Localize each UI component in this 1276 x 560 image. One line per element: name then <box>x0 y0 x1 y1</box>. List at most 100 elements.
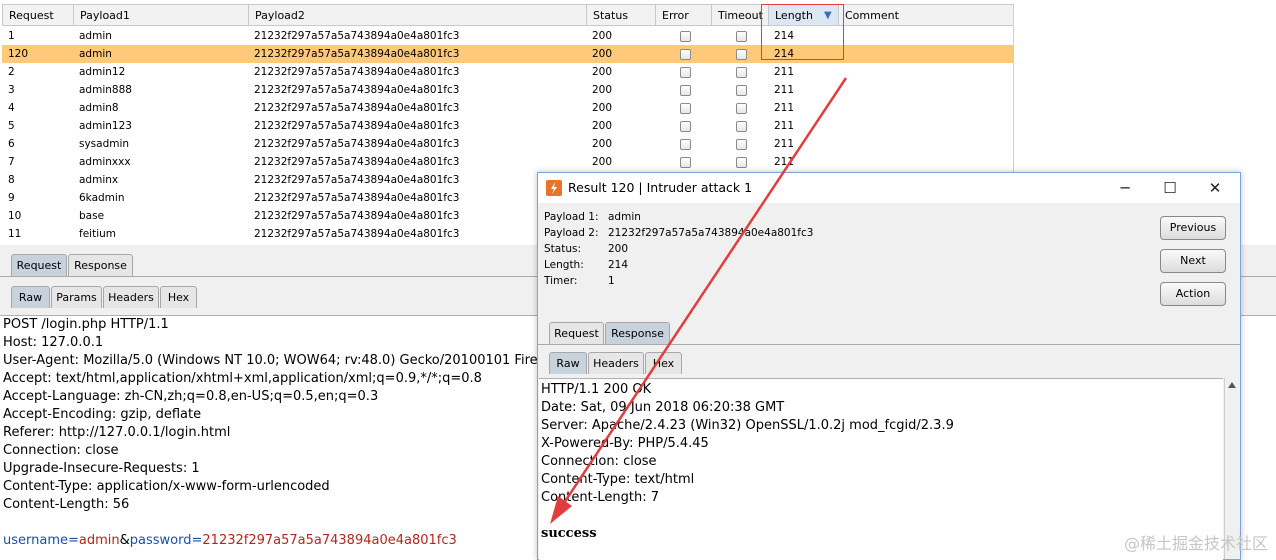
info-value: admin <box>608 211 641 223</box>
error-checkbox <box>680 121 691 132</box>
request-line: Upgrade-Insecure-Requests: 1 <box>3 461 200 476</box>
window-title: Result 120 | Intruder attack 1 <box>568 180 753 195</box>
info-label: Payload 2: <box>544 227 599 239</box>
table-row[interactable]: 3 admin888 21232f297a57a5a743894a0e4a801fc… <box>2 81 1014 99</box>
subtab-raw[interactable]: Raw <box>11 286 50 308</box>
cell-request: 9 <box>8 192 15 204</box>
cell-payload1: adminx <box>79 174 119 186</box>
table-row[interactable]: 120 admin 21232f297a57a5a743894a0e4a801fc3… <box>2 45 1014 63</box>
response-line: Date: Sat, 09 Jun 2018 06:20:38 GMT <box>541 400 785 415</box>
cell-request: 3 <box>8 84 15 96</box>
param-value-username: admin <box>78 533 120 548</box>
param-value-password: 21232f297a57a5a743894a0e4a801fc3 <box>202 533 457 548</box>
cell-request: 4 <box>8 102 15 114</box>
result-window: Result 120 | Intruder attack 1 ─ ☐ ✕ Pay… <box>537 172 1241 560</box>
cell-status: 200 <box>592 48 613 60</box>
scroll-up-icon[interactable] <box>1228 382 1236 388</box>
param-name-username: username <box>3 533 68 548</box>
subtab-params[interactable]: Params <box>51 286 102 308</box>
close-button[interactable]: ✕ <box>1192 173 1238 203</box>
timeout-checkbox <box>736 31 747 42</box>
tab-divider <box>538 344 1240 345</box>
table-row[interactable]: 2 admin12 21232f297a57a5a743894a0e4a801fc3… <box>2 63 1014 81</box>
cell-status: 200 <box>592 30 613 42</box>
request-line: Referer: http://127.0.0.1/login.html <box>3 425 231 440</box>
tab-request[interactable]: Request <box>549 322 604 344</box>
cell-length: 211 <box>774 156 795 168</box>
col-header-error[interactable]: Error <box>656 4 712 26</box>
cell-payload2: 21232f297a57a5a743894a0e4a801fc3 <box>254 228 460 240</box>
error-checkbox <box>680 67 691 78</box>
table-row[interactable]: 1 admin 21232f297a57a5a743894a0e4a801fc3 20… <box>2 27 1014 45</box>
request-line: Accept: text/html,application/xhtml+xml,… <box>3 371 482 386</box>
cell-payload2: 21232f297a57a5a743894a0e4a801fc3 <box>254 138 460 150</box>
subtab-raw[interactable]: Raw <box>549 352 587 374</box>
cell-payload1: admin <box>79 48 112 60</box>
maximize-button[interactable]: ☐ <box>1147 173 1193 203</box>
response-line: Content-Type: text/html <box>541 472 695 487</box>
table-row[interactable]: 5 admin123 21232f297a57a5a743894a0e4a801fc… <box>2 117 1014 135</box>
col-header-payload2[interactable]: Payload2 <box>249 4 587 26</box>
subtab-headers[interactable]: Headers <box>103 286 159 308</box>
cell-request: 6 <box>8 138 15 150</box>
tab-request[interactable]: Request <box>11 254 67 276</box>
cell-request: 8 <box>8 174 15 186</box>
cell-length: 211 <box>774 84 795 96</box>
info-value: 21232f297a57a5a743894a0e4a801fc3 <box>608 227 814 239</box>
cell-request: 5 <box>8 120 15 132</box>
cell-payload2: 21232f297a57a5a743894a0e4a801fc3 <box>254 156 460 168</box>
info-label: Status: <box>544 243 581 255</box>
response-line: Content-Length: 7 <box>541 490 660 505</box>
info-value: 214 <box>608 259 629 271</box>
col-header-request[interactable]: Request <box>2 4 74 26</box>
cell-status: 200 <box>592 66 613 78</box>
cell-payload2: 21232f297a57a5a743894a0e4a801fc3 <box>254 192 460 204</box>
info-value: 1 <box>608 275 615 287</box>
response-line: Connection: close <box>541 454 657 469</box>
previous-button[interactable]: Previous <box>1160 216 1226 240</box>
request-line: Accept-Encoding: gzip, deflate <box>3 407 202 422</box>
minimize-button[interactable]: ─ <box>1102 173 1148 203</box>
table-row[interactable]: 6 sysadmin 21232f297a57a5a743894a0e4a801fc… <box>2 135 1014 153</box>
request-line: Accept-Language: zh-CN,zh;q=0.8,en-US;q=… <box>3 389 379 404</box>
length-highlight-box <box>761 4 844 60</box>
cell-payload1: admin8 <box>79 102 119 114</box>
error-checkbox <box>680 103 691 114</box>
subtab-hex[interactable]: Hex <box>160 286 197 308</box>
timeout-checkbox <box>736 157 747 168</box>
table-row[interactable]: 4 admin8 21232f297a57a5a743894a0e4a801fc3 2… <box>2 99 1014 117</box>
timeout-checkbox <box>736 49 747 60</box>
cell-request: 11 <box>8 228 22 240</box>
subtab-headers[interactable]: Headers <box>588 352 644 374</box>
burp-logo-icon <box>546 180 562 196</box>
cell-status: 200 <box>592 84 613 96</box>
cell-payload1: feitium <box>79 228 116 240</box>
request-line: User-Agent: Mozilla/5.0 (Windows NT 10.0… <box>3 353 558 368</box>
cell-payload1: admin123 <box>79 120 132 132</box>
tab-response[interactable]: Response <box>605 322 670 344</box>
subtab-hex[interactable]: Hex <box>645 352 682 374</box>
col-header-status[interactable]: Status <box>587 4 656 26</box>
cell-payload1: adminxxx <box>79 156 131 168</box>
timeout-checkbox <box>736 139 747 150</box>
cell-payload2: 21232f297a57a5a743894a0e4a801fc3 <box>254 102 460 114</box>
col-header-payload1[interactable]: Payload1 <box>74 4 249 26</box>
col-header-comment[interactable]: Comment <box>839 4 1014 26</box>
next-button[interactable]: Next <box>1160 249 1226 273</box>
cell-request: 10 <box>8 210 22 222</box>
action-button[interactable]: Action <box>1160 282 1226 306</box>
response-raw-viewer[interactable]: HTTP/1.1 200 OK Date: Sat, 09 Jun 2018 0… <box>539 378 1223 560</box>
cell-length: 211 <box>774 120 795 132</box>
cell-payload2: 21232f297a57a5a743894a0e4a801fc3 <box>254 174 460 186</box>
cell-payload2: 21232f297a57a5a743894a0e4a801fc3 <box>254 30 460 42</box>
window-titlebar[interactable]: Result 120 | Intruder attack 1 ─ ☐ ✕ <box>538 173 1240 203</box>
cell-payload1: base <box>79 210 105 222</box>
timeout-checkbox <box>736 103 747 114</box>
request-line: POST /login.php HTTP/1.1 <box>3 317 169 332</box>
cell-payload2: 21232f297a57a5a743894a0e4a801fc3 <box>254 66 460 78</box>
request-body: username=admin&password=21232f297a57a5a7… <box>3 532 457 550</box>
cell-length: 211 <box>774 66 795 78</box>
tab-response[interactable]: Response <box>68 254 133 276</box>
cell-request: 2 <box>8 66 15 78</box>
table-row[interactable]: 7 adminxxx 21232f297a57a5a743894a0e4a801fc… <box>2 153 1014 171</box>
